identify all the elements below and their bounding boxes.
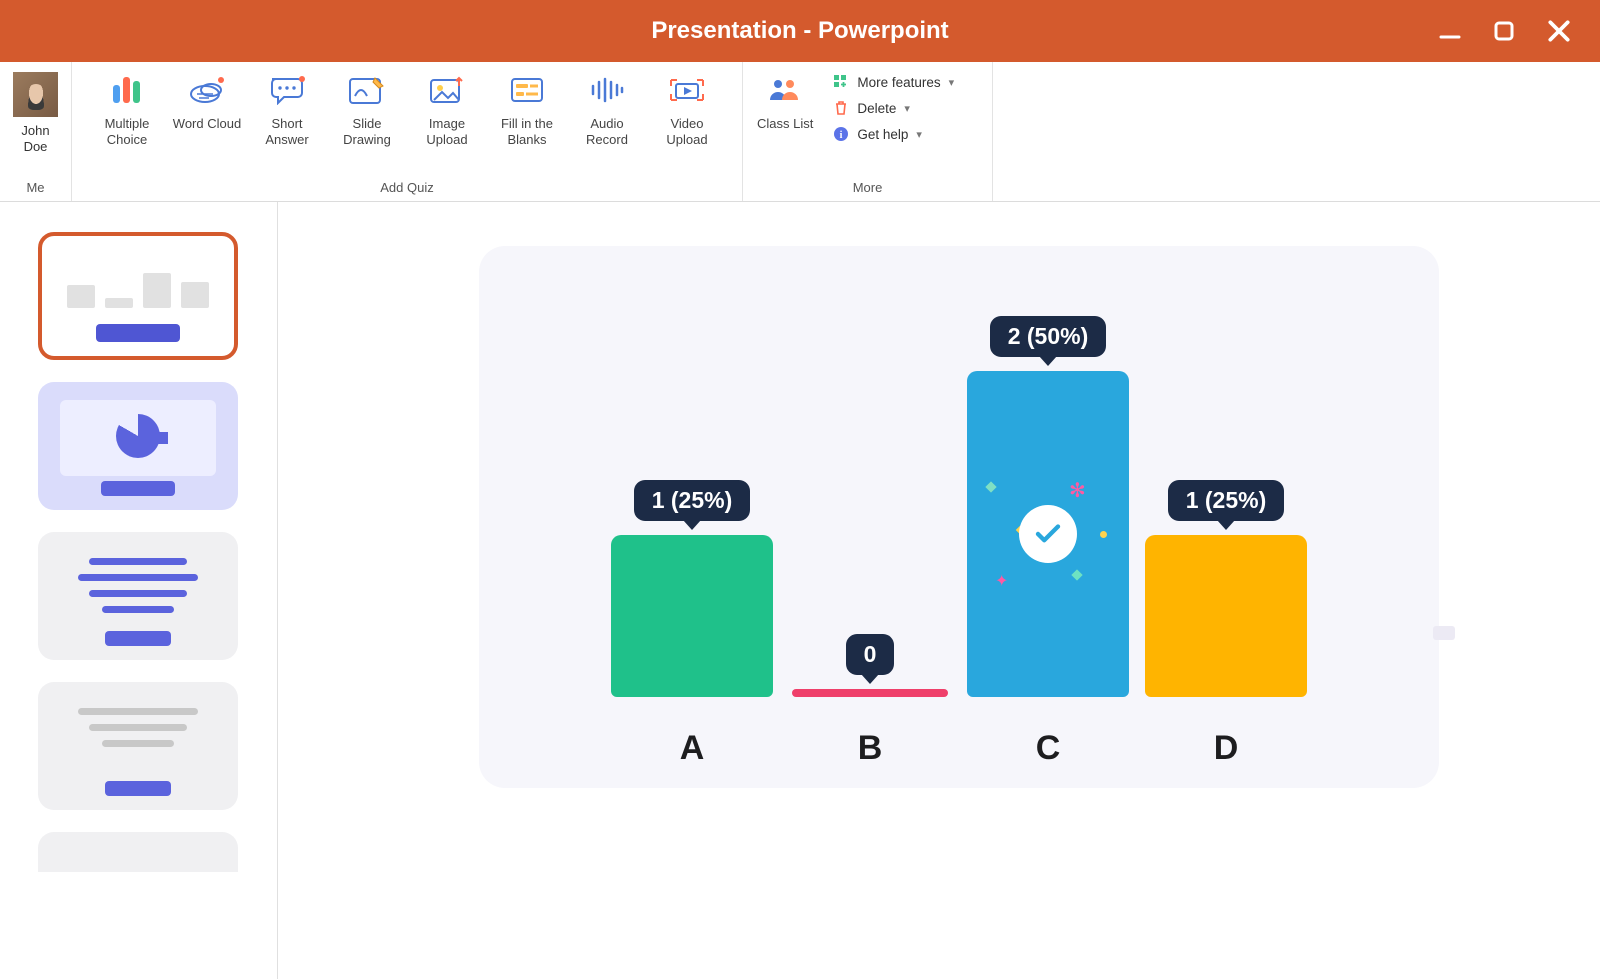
- multiple-choice-button[interactable]: Multiple Choice: [88, 72, 166, 147]
- bar-value-label-b: 0: [846, 634, 895, 675]
- confetti-icon: [1100, 531, 1107, 538]
- maximize-button[interactable]: [1492, 19, 1516, 43]
- video-upload-button[interactable]: Video Upload: [648, 72, 726, 147]
- close-button[interactable]: [1546, 18, 1572, 44]
- confetti-icon: ✻: [1069, 481, 1083, 495]
- user-name: John Doe: [8, 123, 63, 154]
- canvas-area: 1 (25%) A 0 B 2 (50%): [278, 202, 1600, 979]
- checkmark-icon: [1033, 519, 1063, 549]
- bar-category-c: C: [1036, 729, 1061, 768]
- confetti-icon: [1071, 569, 1082, 580]
- bar-value-label-d: 1 (25%): [1168, 480, 1285, 521]
- image-upload-button[interactable]: Image Upload: [408, 72, 486, 147]
- info-icon: i: [833, 126, 849, 142]
- get-help-button[interactable]: i Get help ▾: [833, 126, 954, 142]
- slide-drawing-icon: [346, 72, 388, 108]
- confetti-icon: ✦: [995, 571, 1005, 581]
- ribbon-label-me: Me: [0, 180, 71, 197]
- fill-blanks-icon: [506, 72, 548, 108]
- slide-thumbnail-1[interactable]: [38, 232, 238, 360]
- close-icon: [1546, 18, 1572, 44]
- slide-thumbnail-2[interactable]: [38, 382, 238, 510]
- image-upload-icon: [426, 72, 468, 108]
- workspace: 1 (25%) A 0 B 2 (50%): [0, 202, 1600, 979]
- ribbon-group-me: John Doe Me: [0, 62, 72, 201]
- bar-value-label-a: 1 (25%): [634, 480, 751, 521]
- bar-column-a: 1 (25%) A: [611, 480, 773, 768]
- window-controls: [1438, 0, 1600, 62]
- bar-b: [792, 689, 948, 697]
- slide-thumbnail-5[interactable]: [38, 832, 238, 872]
- slide-canvas[interactable]: 1 (25%) A 0 B 2 (50%): [479, 246, 1439, 788]
- slide-drawing-button[interactable]: Slide Drawing: [328, 72, 406, 147]
- slide-thumbnail-3[interactable]: [38, 532, 238, 660]
- class-list-button[interactable]: Class List: [757, 72, 813, 142]
- delete-button[interactable]: Delete ▾: [833, 100, 954, 116]
- fill-blanks-button[interactable]: Fill in the Blanks: [488, 72, 566, 147]
- ribbon-label-quiz: Add Quiz: [72, 180, 742, 197]
- bar-category-d: D: [1214, 729, 1239, 768]
- ribbon-label-more: More: [743, 180, 992, 197]
- audio-record-button[interactable]: Audio Record: [568, 72, 646, 147]
- chevron-down-icon: ▾: [916, 128, 922, 141]
- ribbon-group-add-quiz: Multiple Choice Word Cloud Short Answer …: [72, 62, 743, 201]
- bar-category-a: A: [680, 729, 705, 768]
- bar-column-d: 1 (25%) D: [1145, 480, 1307, 768]
- slide-thumbnails-panel[interactable]: [0, 202, 278, 979]
- delete-label: Delete: [857, 101, 896, 116]
- confetti-icon: [985, 481, 996, 492]
- more-features-label: More features: [857, 75, 940, 90]
- word-cloud-icon: [186, 72, 228, 108]
- bar-column-c: 2 (50%) ✻ ✦ C: [967, 316, 1129, 768]
- maximize-icon: [1492, 19, 1516, 43]
- titlebar: Presentation - Powerpoint: [0, 0, 1600, 62]
- bar-value-label-c: 2 (50%): [990, 316, 1107, 357]
- trash-icon: [833, 100, 849, 116]
- multiple-choice-icon: [106, 72, 148, 108]
- bar-a: [611, 535, 773, 697]
- audio-record-icon: [586, 72, 628, 108]
- correct-answer-badge: [1019, 505, 1077, 563]
- bar-c: ✻ ✦: [967, 371, 1129, 697]
- grid-plus-icon: [833, 74, 849, 90]
- avatar[interactable]: [13, 72, 58, 117]
- video-upload-icon: [666, 72, 708, 108]
- results-bar-chart: 1 (25%) A 0 B 2 (50%): [535, 276, 1383, 768]
- bar-category-b: B: [858, 729, 883, 768]
- ribbon: John Doe Me Multiple Choice Word Cloud: [0, 62, 1600, 202]
- chevron-down-icon: ▾: [904, 102, 910, 115]
- bar-d: [1145, 535, 1307, 697]
- word-cloud-button[interactable]: Word Cloud: [168, 72, 246, 147]
- minimize-icon: [1438, 19, 1462, 43]
- minimize-button[interactable]: [1438, 19, 1462, 43]
- scroll-handle[interactable]: [1433, 626, 1455, 640]
- svg-text:i: i: [840, 130, 843, 141]
- chevron-down-icon: ▾: [949, 76, 955, 89]
- short-answer-button[interactable]: Short Answer: [248, 72, 326, 147]
- short-answer-icon: [266, 72, 308, 108]
- ribbon-group-more: Class List More features ▾ Delete ▾ i Ge…: [743, 62, 993, 201]
- get-help-label: Get help: [857, 127, 908, 142]
- window-title: Presentation - Powerpoint: [651, 17, 948, 45]
- class-list-icon: [764, 72, 806, 108]
- more-features-button[interactable]: More features ▾: [833, 74, 954, 90]
- slide-thumbnail-4[interactable]: [38, 682, 238, 810]
- bar-column-b: 0 B: [789, 634, 951, 768]
